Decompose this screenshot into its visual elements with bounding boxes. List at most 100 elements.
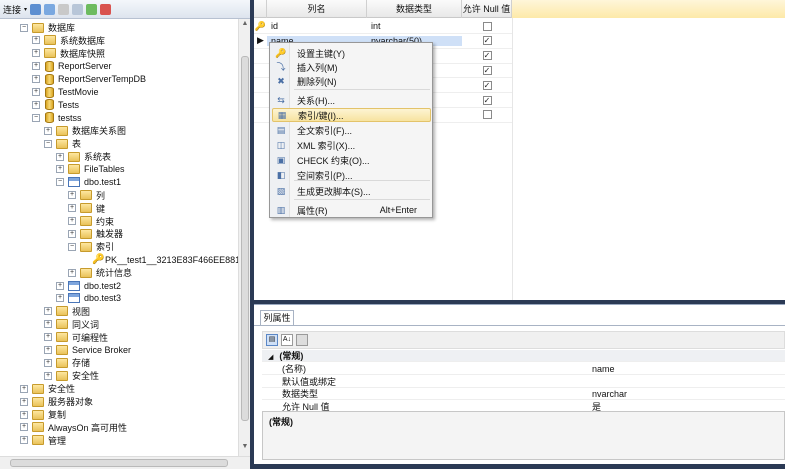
menu-item[interactable]: ▦ 索引/键(I)... xyxy=(272,108,431,122)
menu-item[interactable]: ⇆ 关系(H)... xyxy=(272,93,431,107)
collapse-icon[interactable]: − xyxy=(32,113,40,122)
property-row[interactable]: 数据类型 nvarchar xyxy=(262,388,785,400)
tree-node[interactable]: − 索引 xyxy=(68,240,114,253)
property-row[interactable]: (名称) name xyxy=(262,363,785,375)
expand-icon[interactable]: + xyxy=(68,268,76,277)
activity-monitor-icon[interactable] xyxy=(100,3,112,15)
tree-node[interactable]: + 统计信息 xyxy=(68,266,132,279)
scroll-thumb[interactable] xyxy=(241,56,249,421)
expand-icon[interactable]: + xyxy=(44,346,52,354)
scroll-down-icon[interactable]: ▼ xyxy=(241,443,249,450)
property-value[interactable]: nvarchar xyxy=(592,389,785,399)
column-name-cell[interactable]: id xyxy=(267,21,367,31)
tree-node[interactable]: + 安全性 xyxy=(20,382,75,395)
collapse-icon[interactable]: − xyxy=(56,178,64,187)
tree-node[interactable]: + 视图 xyxy=(44,305,90,318)
tree-node[interactable]: 🔑PK__test1__3213E83F466EE881 (唯一 xyxy=(80,253,238,266)
collapse-icon[interactable]: − xyxy=(44,139,52,148)
data-type-cell[interactable]: int xyxy=(367,21,462,31)
tree-node[interactable]: + 管理 xyxy=(20,434,66,447)
tree-node[interactable]: − dbo.test1 xyxy=(56,176,121,189)
allow-null-checkbox[interactable]: ✓ xyxy=(482,80,492,90)
categorized-icon[interactable]: ▤ xyxy=(266,334,278,346)
menu-item[interactable]: ◫ XML 索引(X)... xyxy=(272,138,431,152)
tree-node[interactable]: + Service Broker xyxy=(44,344,131,357)
expand-icon[interactable]: + xyxy=(32,88,40,96)
tree-node[interactable]: + dbo.test3 xyxy=(56,292,121,305)
menu-item[interactable]: ▣ CHECK 约束(O)... xyxy=(272,153,431,167)
tree-node[interactable]: + 触发器 xyxy=(68,227,123,240)
property-pages-icon[interactable] xyxy=(296,334,308,346)
menu-item[interactable]: ▥ 属性(R) Alt+Enter xyxy=(272,203,431,217)
expand-icon[interactable]: + xyxy=(56,152,64,161)
allow-null-checkbox[interactable]: ✓ xyxy=(482,51,492,61)
expand-icon[interactable]: + xyxy=(68,229,76,238)
tree-node[interactable]: + ReportServer xyxy=(32,60,112,73)
tree-node[interactable]: − 数据库 xyxy=(20,21,75,34)
expand-icon[interactable]: + xyxy=(32,100,40,109)
tree-node[interactable]: + 服务器对象 xyxy=(20,395,93,408)
tree-node[interactable]: + TestMovie xyxy=(32,86,99,99)
refresh-icon[interactable] xyxy=(86,3,98,15)
tree-node[interactable]: + dbo.test2 xyxy=(56,279,121,292)
property-value[interactable]: name xyxy=(592,364,785,374)
tree-node[interactable]: + FileTables xyxy=(56,163,125,176)
expand-icon[interactable]: + xyxy=(20,410,28,419)
expand-icon[interactable]: + xyxy=(44,371,52,380)
tree-node[interactable]: + 复制 xyxy=(20,408,66,421)
tree-vertical-scrollbar[interactable]: ▲ ▼ xyxy=(238,19,250,456)
expand-icon[interactable]: + xyxy=(32,49,40,58)
tree-node[interactable]: + 安全性 xyxy=(44,369,99,382)
tree-node[interactable]: + 同义词 xyxy=(44,318,99,331)
tree-node[interactable]: + 可编程性 xyxy=(44,331,108,344)
expand-icon[interactable]: + xyxy=(44,320,52,329)
table-row[interactable]: 🔑 id int xyxy=(254,19,512,34)
connect-button[interactable]: 连接 xyxy=(3,3,21,16)
menu-item[interactable]: ✖ 删除列(N) xyxy=(272,74,431,88)
allow-null-checkbox[interactable] xyxy=(482,110,492,120)
tree-node[interactable]: − 表 xyxy=(44,137,81,150)
tree-node[interactable]: + 系统数据库 xyxy=(32,34,105,47)
tree-node[interactable]: + ReportServerTempDB xyxy=(32,73,146,86)
menu-item[interactable]: ⤵ 插入列(M) xyxy=(272,60,431,74)
category-row[interactable]: ◢ (常规) xyxy=(262,350,785,362)
menu-item[interactable]: ▤ 全文索引(F)... xyxy=(272,123,431,137)
expand-icon[interactable]: + xyxy=(20,397,28,406)
tree-node[interactable]: + 存储 xyxy=(44,356,90,369)
tree-node[interactable]: + 列 xyxy=(68,189,105,202)
tree-node[interactable]: + 约束 xyxy=(68,215,114,228)
expand-icon[interactable]: + xyxy=(44,126,52,135)
collapse-icon[interactable]: − xyxy=(68,242,76,251)
tree-node[interactable]: + 数据库快照 xyxy=(32,47,105,60)
hscroll-thumb[interactable] xyxy=(10,459,228,467)
current-row-icon[interactable]: ▶ xyxy=(254,35,267,46)
tree-node[interactable]: + AlwaysOn 高可用性 xyxy=(20,421,127,434)
menu-item[interactable]: 🔑 设置主键(Y) xyxy=(272,46,431,60)
collapse-icon[interactable]: ◢ xyxy=(268,354,273,361)
primary-key-icon[interactable]: 🔑 xyxy=(254,21,267,32)
expand-icon[interactable]: + xyxy=(44,307,52,316)
expand-icon[interactable]: + xyxy=(32,62,40,71)
tree-node[interactable]: + Tests xyxy=(32,98,79,111)
expand-icon[interactable]: + xyxy=(32,75,40,84)
tree-node[interactable]: − testss xyxy=(32,111,82,124)
tree-node[interactable]: + 数据库关系图 xyxy=(44,124,126,137)
expand-icon[interactable]: + xyxy=(32,36,40,45)
allow-null-checkbox[interactable]: ✓ xyxy=(482,36,492,46)
collapse-icon[interactable]: − xyxy=(20,23,28,32)
tree-horizontal-scrollbar[interactable] xyxy=(0,456,250,469)
tree-node[interactable]: + 系统表 xyxy=(56,150,111,163)
expand-icon[interactable]: + xyxy=(20,423,28,432)
expand-icon[interactable]: + xyxy=(56,281,64,290)
tree-node[interactable]: + 键 xyxy=(68,202,105,215)
connect-dropdown-icon[interactable]: ▾ xyxy=(24,6,27,13)
menu-item[interactable]: ◧ 空间索引(P)... xyxy=(272,168,431,182)
expand-icon[interactable]: + xyxy=(44,333,52,342)
expand-icon[interactable]: + xyxy=(44,358,52,367)
expand-icon[interactable]: + xyxy=(20,436,28,445)
property-row[interactable]: 默认值或绑定 xyxy=(262,376,785,388)
disconnect-icon[interactable] xyxy=(44,3,56,15)
expand-icon[interactable]: + xyxy=(68,217,76,225)
expand-icon[interactable]: + xyxy=(56,165,64,174)
tab-column-properties[interactable]: 列属性 xyxy=(260,310,294,325)
